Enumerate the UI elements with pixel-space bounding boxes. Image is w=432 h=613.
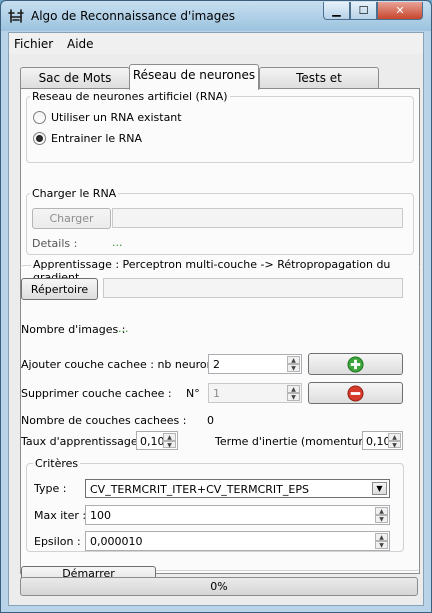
- title-bar[interactable]: Algo de Reconnaissance d'images ▁ ☐ ✕: [1, 1, 431, 31]
- radio-use-existing-label: Utiliser un RNA existant: [51, 111, 182, 124]
- add-layer-value: 2: [213, 358, 220, 371]
- charger-button[interactable]: Charger: [32, 208, 111, 229]
- main-window: Algo de Reconnaissance d'images ▁ ☐ ✕ Fi…: [0, 0, 432, 613]
- type-label: Type :: [34, 482, 67, 495]
- epsilon-spinbox[interactable]: 0,000010 ▲ ▼: [85, 531, 390, 551]
- charger-group-title: Charger le RNA: [30, 187, 119, 200]
- type-combobox[interactable]: CV_TERMCRIT_ITER+CV_TERMCRIT_EPS ▼: [85, 479, 390, 498]
- spin-up-icon[interactable]: ▲: [287, 385, 300, 393]
- remove-layer-spinbox[interactable]: 1 ▲ ▼: [208, 383, 302, 403]
- minimize-icon: ▁: [332, 4, 341, 17]
- tab-reseau-neurones[interactable]: Réseau de neurones: [129, 64, 259, 90]
- spin-down-icon[interactable]: ▼: [375, 515, 388, 523]
- charger-path-field[interactable]: [112, 208, 403, 228]
- plus-icon: [347, 356, 364, 373]
- spin-down-icon[interactable]: ▼: [163, 440, 176, 448]
- spin-down-icon[interactable]: ▼: [388, 440, 401, 448]
- type-value: CV_TERMCRIT_ITER+CV_TERMCRIT_EPS: [90, 483, 309, 496]
- learning-rate-label: Taux d'apprentissage :: [21, 435, 145, 448]
- spin-up-icon[interactable]: ▲: [163, 433, 176, 441]
- radio-use-existing[interactable]: [33, 111, 46, 124]
- radio-train-label: Entrainer le RNA: [51, 132, 143, 145]
- remove-layer-value: 1: [213, 387, 220, 400]
- learning-rate-value: 0,10: [140, 435, 165, 448]
- spin-down-icon[interactable]: ▼: [375, 541, 388, 549]
- nb-images-label: Nombre d'images :: [21, 323, 126, 336]
- maximize-icon: ☐: [358, 4, 369, 17]
- add-layer-spinbox[interactable]: 2 ▲ ▼: [208, 354, 302, 374]
- spin-up-icon[interactable]: ▲: [375, 507, 388, 515]
- radio-train[interactable]: [33, 132, 46, 145]
- close-icon: ✕: [395, 4, 405, 17]
- spin-up-icon[interactable]: ▲: [375, 533, 388, 541]
- details-value: ...: [112, 236, 123, 249]
- progress-bar: 0%: [20, 577, 418, 596]
- epsilon-label: Epsilon :: [34, 535, 81, 548]
- momentum-value: 0,10: [366, 435, 391, 448]
- close-button[interactable]: ✕: [377, 2, 423, 20]
- window-title: Algo de Reconnaissance d'images: [31, 9, 235, 23]
- repertoire-button[interactable]: Répertoire: [21, 278, 98, 300]
- nb-layers-value: 0: [207, 414, 214, 427]
- rna-group-title: Reseau de neurones artificiel (RNA): [30, 90, 230, 103]
- remove-layer-n-label: N°: [186, 387, 200, 400]
- tab-panel: Reseau de neurones artificiel (RNA) Util…: [20, 88, 420, 593]
- nb-images-value: ...: [118, 322, 129, 335]
- add-layer-button[interactable]: [308, 353, 403, 375]
- max-iter-spinbox[interactable]: 100 ▲ ▼: [85, 505, 390, 525]
- repertoire-path-field[interactable]: [103, 278, 403, 298]
- rna-group: [26, 96, 414, 163]
- remove-layer-label: Supprimer couche cachee :: [21, 387, 172, 400]
- details-label: Details :: [32, 237, 78, 250]
- client-area: Fichier Aide Sac de Mots visuels Réseau …: [8, 32, 424, 606]
- progress-text: 0%: [210, 580, 228, 593]
- add-layer-label: Ajouter couche cachee : nb neurones: [21, 358, 227, 371]
- chevron-down-icon[interactable]: ▼: [372, 482, 387, 495]
- app-icon: [8, 9, 24, 23]
- momentum-label: Terme d'inertie (momentum) :: [215, 435, 381, 448]
- max-iter-value: 100: [90, 509, 111, 522]
- tab-sac-de-mots[interactable]: Sac de Mots visuels: [20, 67, 130, 105]
- learning-rate-spinbox[interactable]: 0,10 ▲ ▼: [136, 431, 178, 450]
- spin-up-icon[interactable]: ▲: [287, 356, 300, 364]
- maximize-button[interactable]: ☐: [350, 2, 377, 20]
- spin-down-icon[interactable]: ▼: [287, 364, 300, 372]
- spin-down-icon[interactable]: ▼: [287, 393, 300, 401]
- menu-bar: Fichier Aide: [9, 33, 423, 54]
- criteres-group-title: Critères: [33, 457, 81, 470]
- max-iter-label: Max iter :: [34, 509, 87, 522]
- epsilon-value: 0,000010: [90, 535, 143, 548]
- tab-tests-applications[interactable]: Tests et Applications: [259, 67, 379, 105]
- minimize-button[interactable]: ▁: [323, 2, 350, 20]
- menu-aide[interactable]: Aide: [67, 37, 94, 51]
- remove-layer-button[interactable]: [308, 382, 403, 404]
- nb-layers-label: Nombre de couches cachees :: [21, 414, 187, 427]
- spin-up-icon[interactable]: ▲: [388, 433, 401, 441]
- menu-fichier[interactable]: Fichier: [14, 37, 53, 51]
- momentum-spinbox[interactable]: 0,10 ▲ ▼: [362, 431, 403, 450]
- minus-icon: [347, 385, 364, 402]
